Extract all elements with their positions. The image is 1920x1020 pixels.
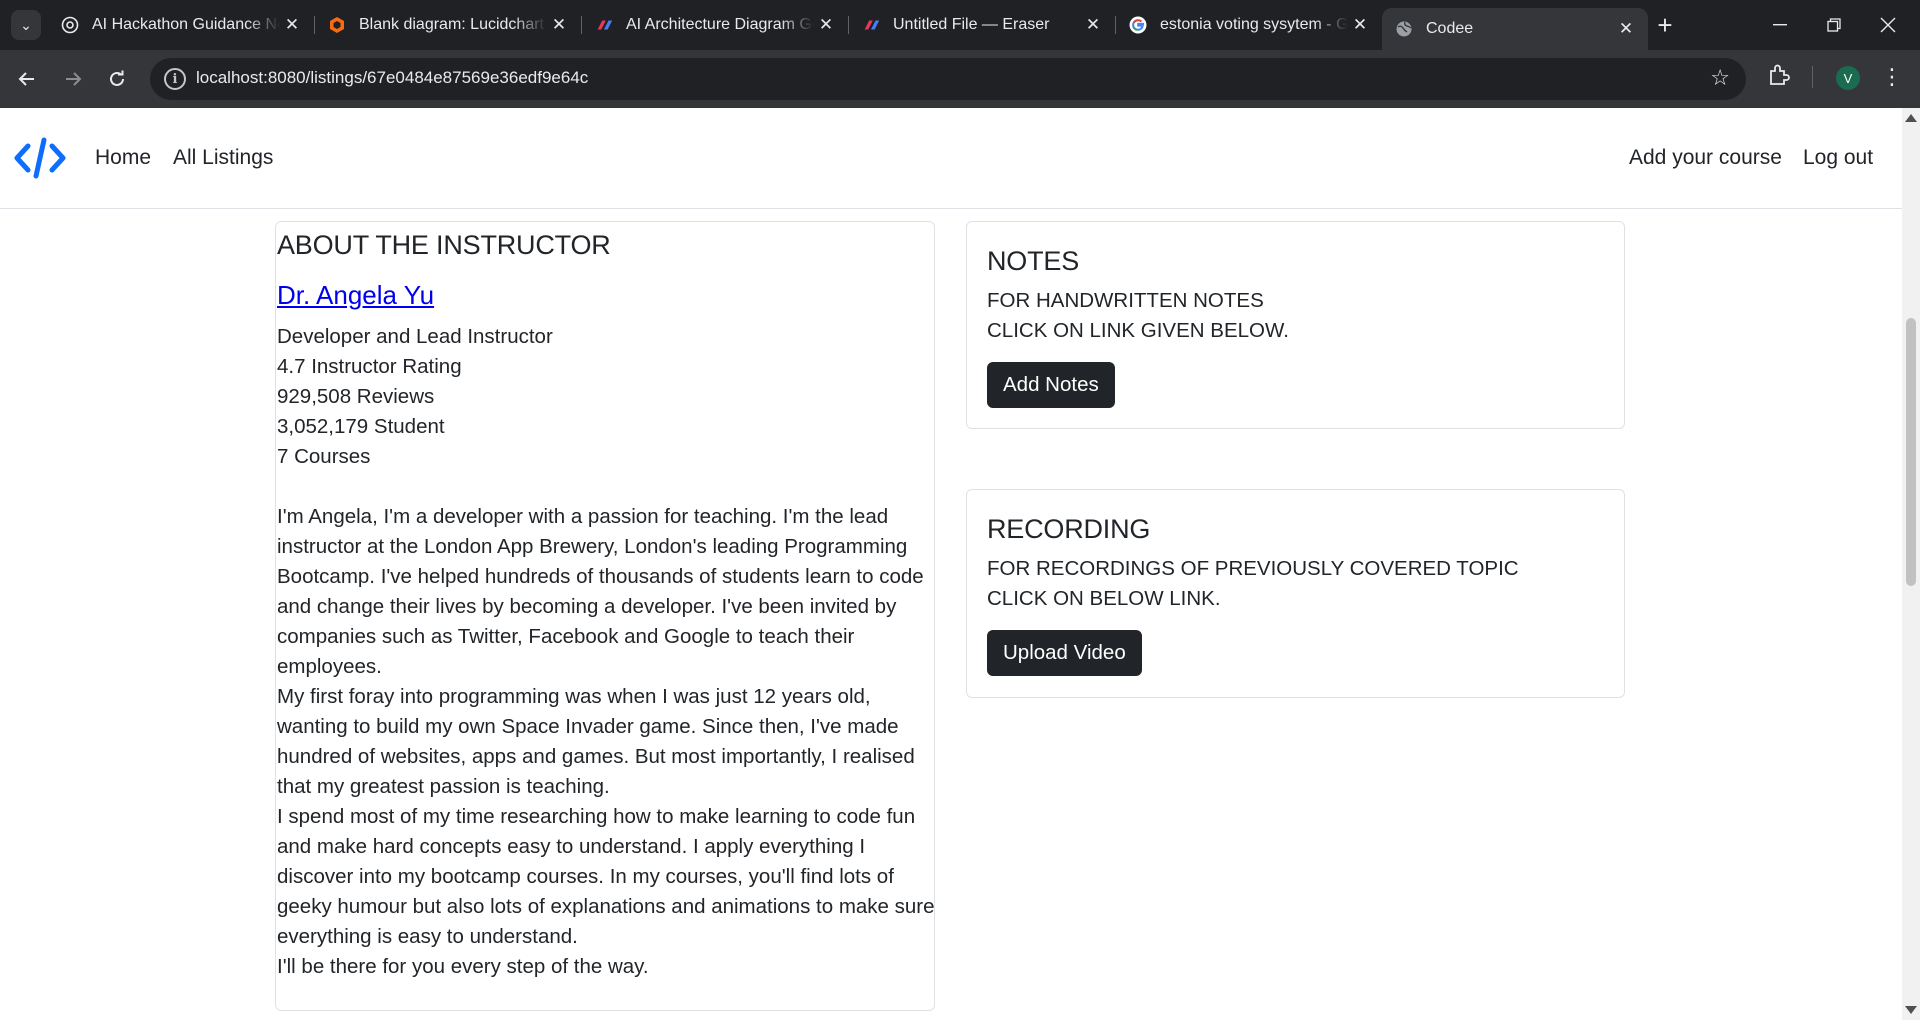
tab-title: Blank diagram: Lucidchart [359,16,544,33]
scroll-down-arrow-icon[interactable] [1905,1006,1917,1014]
close-tab-icon[interactable]: ✕ [547,13,571,37]
instructor-courses: 7 Courses [277,445,371,468]
add-notes-button[interactable]: Add Notes [987,362,1115,408]
new-tab-plus-icon[interactable]: + [1650,10,1680,40]
site-info-icon[interactable]: i [164,68,186,90]
forward-arrow-icon[interactable] [56,62,90,96]
close-tab-icon[interactable]: ✕ [1348,13,1372,37]
tab-title: AI Hackathon Guidance Ne [92,16,280,33]
bio-paragraph: I'll be there for you every step of the … [277,955,649,978]
close-tab-icon[interactable]: ✕ [1081,13,1105,37]
browser-tab[interactable]: AI Architecture Diagram Ge ✕ [582,8,848,42]
scroll-up-arrow-icon[interactable] [1905,114,1917,122]
tab-search-chevron-icon[interactable]: ⌄ [11,10,41,40]
tab-title: Untitled File — Eraser [893,16,1050,33]
notes-card: NOTES FOR HANDWRITTEN NOTES CLICK ON LIN… [966,221,1625,429]
bookmark-star-icon[interactable]: ☆ [1710,65,1730,91]
back-arrow-icon[interactable] [10,62,44,96]
reload-icon[interactable] [100,62,134,96]
nav-all-listings-link[interactable]: All Listings [173,146,273,170]
close-window-icon[interactable] [1860,0,1916,50]
toolbar-divider [1812,66,1813,88]
recording-heading: RECORDING [987,514,1151,544]
browser-tab[interactable]: estonia voting sysytem - G ✕ [1116,8,1382,42]
nav-home-link[interactable]: Home [95,146,151,170]
lucidchart-icon [327,15,347,35]
instructor-name-link[interactable]: Dr. Angela Yu [277,280,434,311]
instructor-stats: Developer and Lead Instructor 4.7 Instru… [277,322,553,472]
browser-toolbar: i localhost:8080/listings/67e0484e87569e… [0,50,1920,108]
upload-video-button[interactable]: Upload Video [987,630,1142,676]
minimize-window-icon[interactable] [1752,0,1808,50]
bio-paragraph: I spend most of my time researching how … [277,805,935,948]
restore-window-icon[interactable] [1806,0,1862,50]
extensions-puzzle-icon[interactable] [1766,62,1792,88]
instructor-students: 3,052,179 Student [277,415,445,438]
globe-icon [1394,19,1414,39]
browser-tab[interactable]: Blank diagram: Lucidchart ✕ [315,8,581,42]
eraser-icon [861,15,881,35]
notes-line: CLICK ON LINK GIVEN BELOW. [987,319,1289,342]
bio-paragraph: My first foray into programming was when… [277,685,915,798]
about-instructor-heading: ABOUT THE INSTRUCTOR [277,230,611,260]
recording-line: CLICK ON BELOW LINK. [987,587,1221,610]
address-url[interactable]: localhost:8080/listings/67e0484e87569e36… [196,68,588,88]
google-icon [1128,15,1148,35]
bio-paragraph: I'm Angela, I'm a developer with a passi… [277,505,924,678]
instructor-rating: 4.7 Instructor Rating [277,355,462,378]
notes-line: FOR HANDWRITTEN NOTES [987,289,1264,312]
browser-menu-icon[interactable]: ⋮ [1880,62,1904,92]
nav-add-course-link[interactable]: Add your course [1629,146,1782,170]
page-viewport: Home All Listings Add your course Log ou… [0,108,1902,1020]
tab-title: Codee [1426,20,1474,37]
nav-logout-link[interactable]: Log out [1803,146,1873,170]
code-logo-icon[interactable] [14,136,66,180]
instructor-bio: I'm Angela, I'm a developer with a passi… [277,502,937,982]
about-instructor-card: ABOUT THE INSTRUCTOR Dr. Angela Yu Devel… [275,221,935,1011]
notes-heading: NOTES [987,246,1080,276]
recording-line: FOR RECORDINGS OF PREVIOUSLY COVERED TOP… [987,557,1519,580]
site-navbar: Home All Listings Add your course Log ou… [0,108,1902,209]
recording-description: FOR RECORDINGS OF PREVIOUSLY COVERED TOP… [987,554,1519,614]
browser-tabstrip: ⌄ AI Hackathon Guidance Ne ✕ Blank diagr… [0,0,1920,50]
eraser-icon [594,15,614,35]
profile-avatar[interactable]: V [1836,66,1860,90]
scrollbar-thumb[interactable] [1906,318,1916,586]
close-tab-icon[interactable]: ✕ [1614,17,1638,41]
instructor-title: Developer and Lead Instructor [277,325,553,348]
browser-tab[interactable]: Untitled File — Eraser ✕ [849,8,1115,42]
close-tab-icon[interactable]: ✕ [814,13,838,37]
openai-icon [60,15,80,35]
browser-tab[interactable]: AI Hackathon Guidance Ne ✕ [48,8,314,42]
browser-tab-active[interactable]: Codee ✕ [1382,8,1648,50]
tab-title: estonia voting sysytem - G [1160,16,1348,33]
instructor-reviews: 929,508 Reviews [277,385,435,408]
address-bar[interactable]: i localhost:8080/listings/67e0484e87569e… [150,58,1746,100]
recording-card: RECORDING FOR RECORDINGS OF PREVIOUSLY C… [966,489,1625,698]
tab-title: AI Architecture Diagram Ge [626,16,814,33]
notes-description: FOR HANDWRITTEN NOTES CLICK ON LINK GIVE… [987,286,1289,346]
close-tab-icon[interactable]: ✕ [280,13,304,37]
